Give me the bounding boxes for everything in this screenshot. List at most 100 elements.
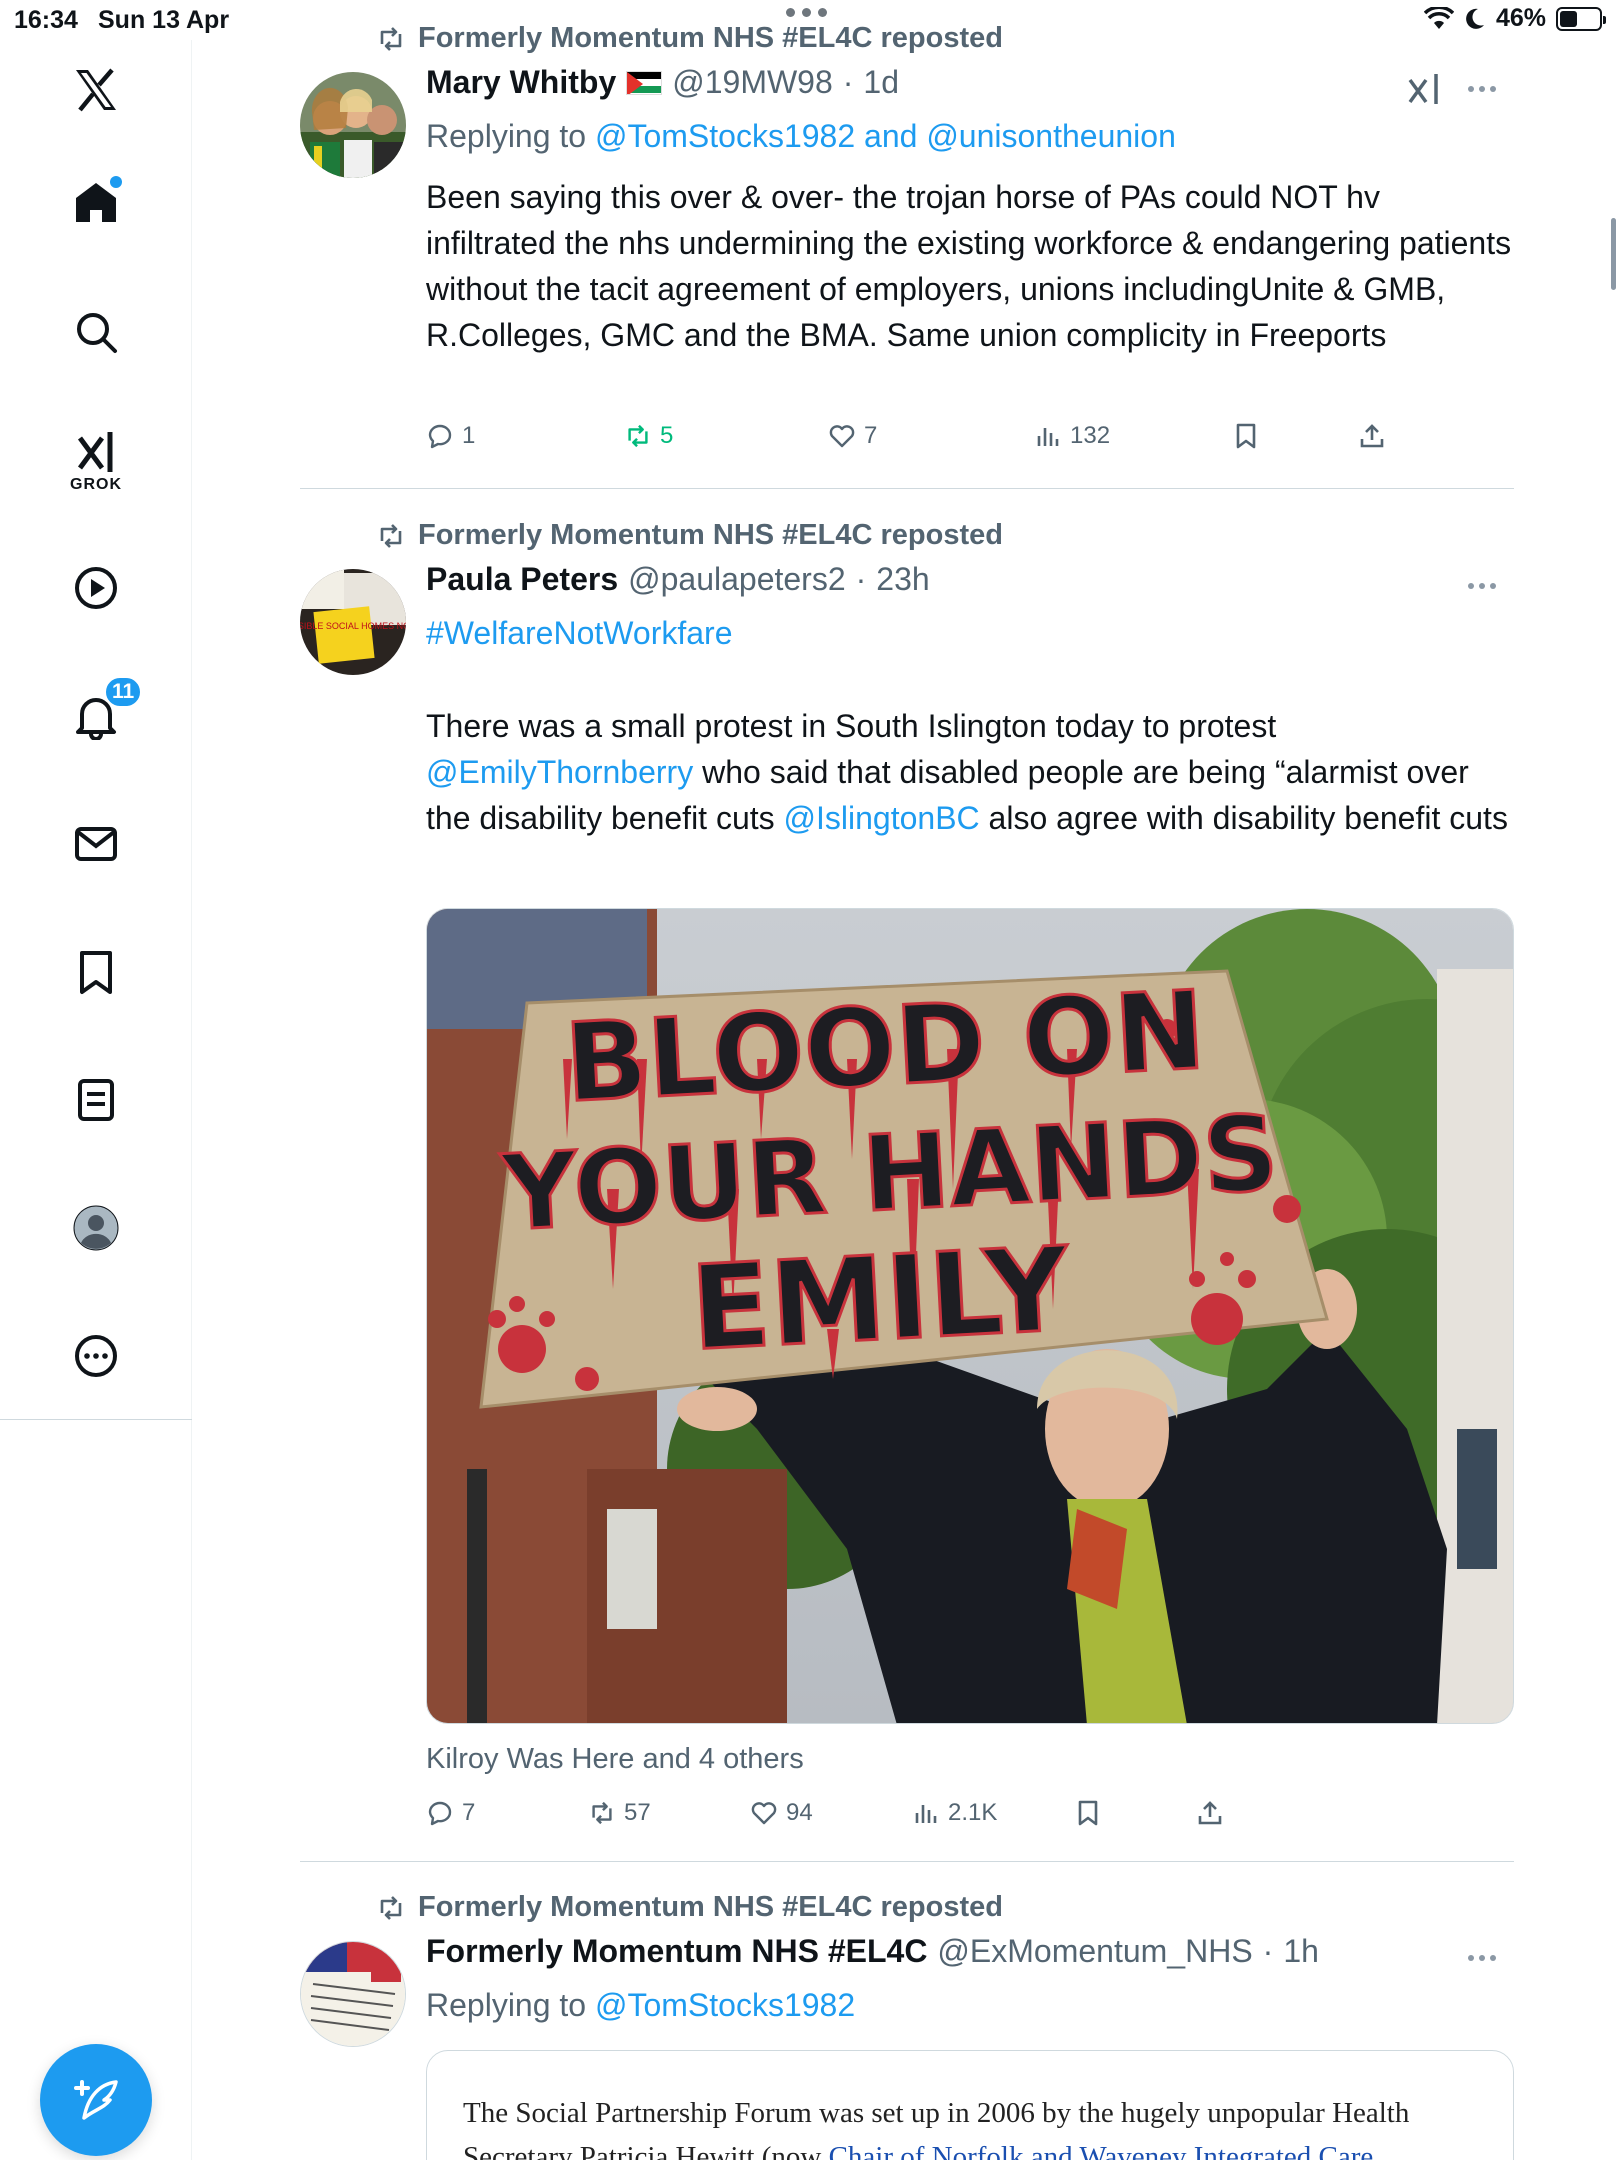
repost-icon (380, 523, 402, 548)
avatar[interactable]: ACCESSIBLE SOCIAL HOMES NOW! (300, 569, 406, 675)
post-time[interactable]: 1d (863, 64, 899, 101)
mention-link[interactable]: @TomStocks1982 (595, 118, 855, 154)
reply-count: 7 (462, 1799, 476, 1826)
repost-indicator: Formerly Momentum NHS #EL4C reposted (376, 519, 1003, 552)
sidebar-item-more[interactable] (56, 1316, 136, 1396)
views-chart-icon (1037, 428, 1059, 446)
author-handle[interactable]: @ExMomentum_NHS (937, 1933, 1252, 1970)
views-count: 2.1K (948, 1799, 998, 1826)
palestine-flag-icon (626, 70, 663, 95)
tagged-people[interactable]: Kilroy Was Here and 4 others (426, 1743, 804, 1776)
like-button[interactable]: 7 (828, 422, 877, 450)
repost-count: 57 (624, 1799, 651, 1826)
share-icon (1360, 424, 1384, 448)
repost-label: Formerly Momentum NHS #EL4C reposted (418, 1891, 1003, 1923)
post-text-part: also agree with disability benefit cuts (988, 800, 1508, 836)
repost-icon (380, 26, 402, 51)
repost-button[interactable]: 5 (624, 422, 673, 450)
hashtag-link[interactable]: #WelfareNotWorkfare (426, 615, 732, 651)
sidebar-item-lists[interactable] (56, 1060, 136, 1140)
post-time[interactable]: 23h (876, 561, 929, 598)
sign-line-3: EMILY (688, 1222, 1074, 1377)
heart-icon (751, 1802, 777, 1825)
separator-dot: · (855, 561, 867, 597)
quote-link[interactable]: Chair of Norfolk and Waveney Integrated … (829, 2141, 1374, 2160)
author-name[interactable]: Paula Peters (426, 561, 618, 598)
avatar[interactable] (300, 1941, 406, 2047)
repost-button[interactable]: 57 (588, 1799, 651, 1827)
more-circle-icon (75, 1335, 117, 1377)
repost-label: Formerly Momentum NHS #EL4C reposted (418, 22, 1003, 54)
multitasking-handle[interactable] (786, 8, 827, 17)
bookmark-icon (1236, 423, 1256, 449)
replying-prefix: Replying to (426, 1987, 587, 2023)
sidebar-item-messages[interactable] (56, 804, 136, 884)
post-time[interactable]: 1h (1283, 1933, 1319, 1970)
battery-percent: 46% (1495, 4, 1546, 32)
post-text: Been saying this over & over- the trojan… (426, 179, 1512, 353)
grok-explain-icon[interactable] (1406, 72, 1442, 106)
x-logo-link[interactable] (56, 50, 136, 130)
mention-link[interactable]: @EmilyThornberry (426, 754, 693, 790)
post-header: Mary Whitby @19MW98 · 1d (426, 64, 899, 101)
wifi-icon (1423, 6, 1454, 29)
compose-post-button[interactable] (40, 2044, 152, 2156)
list-icon (78, 1079, 114, 1121)
sidebar-nav: GROK 11 (0, 40, 192, 2160)
share-button[interactable] (1358, 422, 1386, 450)
sidebar-item-video[interactable] (56, 548, 136, 628)
bookmark-button[interactable] (1074, 1799, 1102, 1827)
sidebar-item-profile[interactable] (56, 1188, 136, 1268)
author-name[interactable]: Mary Whitby (426, 64, 616, 101)
protest-photo-image: BLOOD ON YOUR HANDS EMILY (427, 909, 1513, 1723)
repost-indicator: Formerly Momentum NHS #EL4C reposted (376, 22, 1003, 55)
status-date: Sun 13 Apr (98, 6, 230, 34)
heart-icon (829, 425, 855, 448)
sidebar-item-bookmarks[interactable] (56, 932, 136, 1012)
post-more-button[interactable] (1468, 583, 1496, 589)
author-handle[interactable]: @19MW98 (672, 64, 833, 101)
search-icon (77, 313, 117, 353)
author-handle[interactable]: @paulapeters2 (628, 561, 846, 598)
sidebar-divider (0, 1419, 192, 1420)
post-photo[interactable]: BLOOD ON YOUR HANDS EMILY (426, 908, 1514, 1724)
feed-scrollbar[interactable] (1611, 218, 1616, 290)
views-chart-icon (915, 1805, 937, 1823)
post-more-button[interactable] (1468, 86, 1496, 92)
like-count: 94 (786, 1799, 813, 1826)
reply-icon (428, 1801, 452, 1826)
views-button[interactable]: 132 (1034, 422, 1110, 450)
separator-dot: · (842, 64, 854, 100)
sidebar-item-home[interactable] (56, 162, 136, 242)
grok-label: GROK (70, 476, 122, 493)
post-header: Paula Peters @paulapeters2 · 23h (426, 561, 930, 598)
bookmark-icon (1078, 1800, 1098, 1826)
author-name[interactable]: Formerly Momentum NHS #EL4C (426, 1933, 927, 1970)
repost-indicator: Formerly Momentum NHS #EL4C reposted (376, 1891, 1003, 1924)
notifications-badge: 11 (104, 676, 143, 708)
sidebar-item-search[interactable] (56, 292, 136, 372)
avatar-sign-text: ACCESSIBLE SOCIAL HOMES NOW! (300, 621, 406, 631)
separator-dot: · (1262, 1933, 1274, 1969)
battery-icon (1556, 6, 1606, 31)
post-header: Formerly Momentum NHS #EL4C @ExMomentum_… (426, 1933, 1319, 1970)
avatar[interactable] (300, 72, 406, 178)
share-button[interactable] (1196, 1799, 1224, 1827)
mention-link[interactable]: @TomStocks1982 (595, 1987, 855, 2023)
repost-label: Formerly Momentum NHS #EL4C reposted (418, 519, 1003, 551)
replying-to: Replying to @TomStocks1982 (426, 1987, 855, 2024)
quoted-content-card[interactable]: The Social Partnership Forum was set up … (426, 2050, 1514, 2160)
mention-link[interactable]: @unisontheunion (926, 118, 1176, 154)
replying-prefix: Replying to (426, 118, 587, 154)
mention-link[interactable]: @IslingtonBC (784, 800, 980, 836)
views-button[interactable]: 2.1K (912, 1799, 997, 1827)
sidebar-item-notifications[interactable]: 11 (56, 676, 143, 756)
post-divider (300, 1861, 1514, 1862)
bookmark-button[interactable] (1232, 422, 1260, 450)
like-button[interactable]: 94 (750, 1799, 813, 1827)
post-more-button[interactable] (1468, 1955, 1496, 1961)
reply-button[interactable]: 1 (426, 422, 475, 450)
tagged-text: Kilroy Was Here and 4 others (426, 1743, 804, 1775)
repost-count: 5 (660, 422, 674, 449)
reply-button[interactable]: 7 (426, 1799, 475, 1827)
